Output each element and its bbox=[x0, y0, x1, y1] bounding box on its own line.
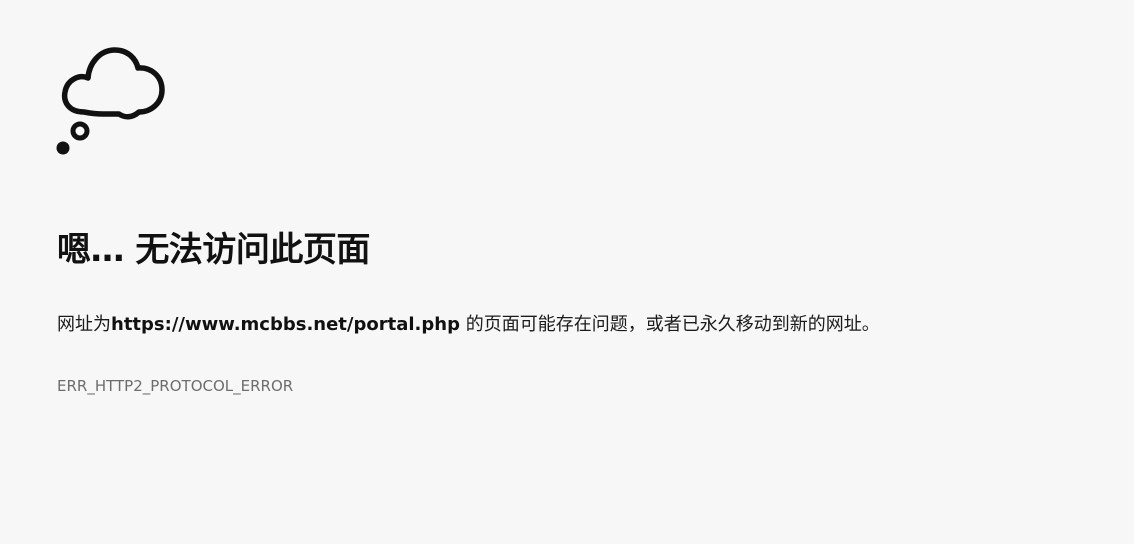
error-page: 嗯… 无法访问此页面 网址为https://www.mcbbs.net/port… bbox=[0, 0, 1134, 544]
page-title: 嗯… 无法访问此页面 bbox=[57, 230, 370, 270]
error-code: ERR_HTTP2_PROTOCOL_ERROR bbox=[57, 377, 294, 395]
error-message: 网址为https://www.mcbbs.net/portal.php 的页面可… bbox=[57, 311, 880, 339]
message-prefix: 网址为 bbox=[57, 314, 111, 335]
thought-cloud-icon bbox=[56, 47, 165, 155]
message-suffix: 的页面可能存在问题，或者已永久移动到新的网址。 bbox=[459, 314, 880, 335]
error-url: https://www.mcbbs.net/portal.php bbox=[111, 314, 460, 335]
